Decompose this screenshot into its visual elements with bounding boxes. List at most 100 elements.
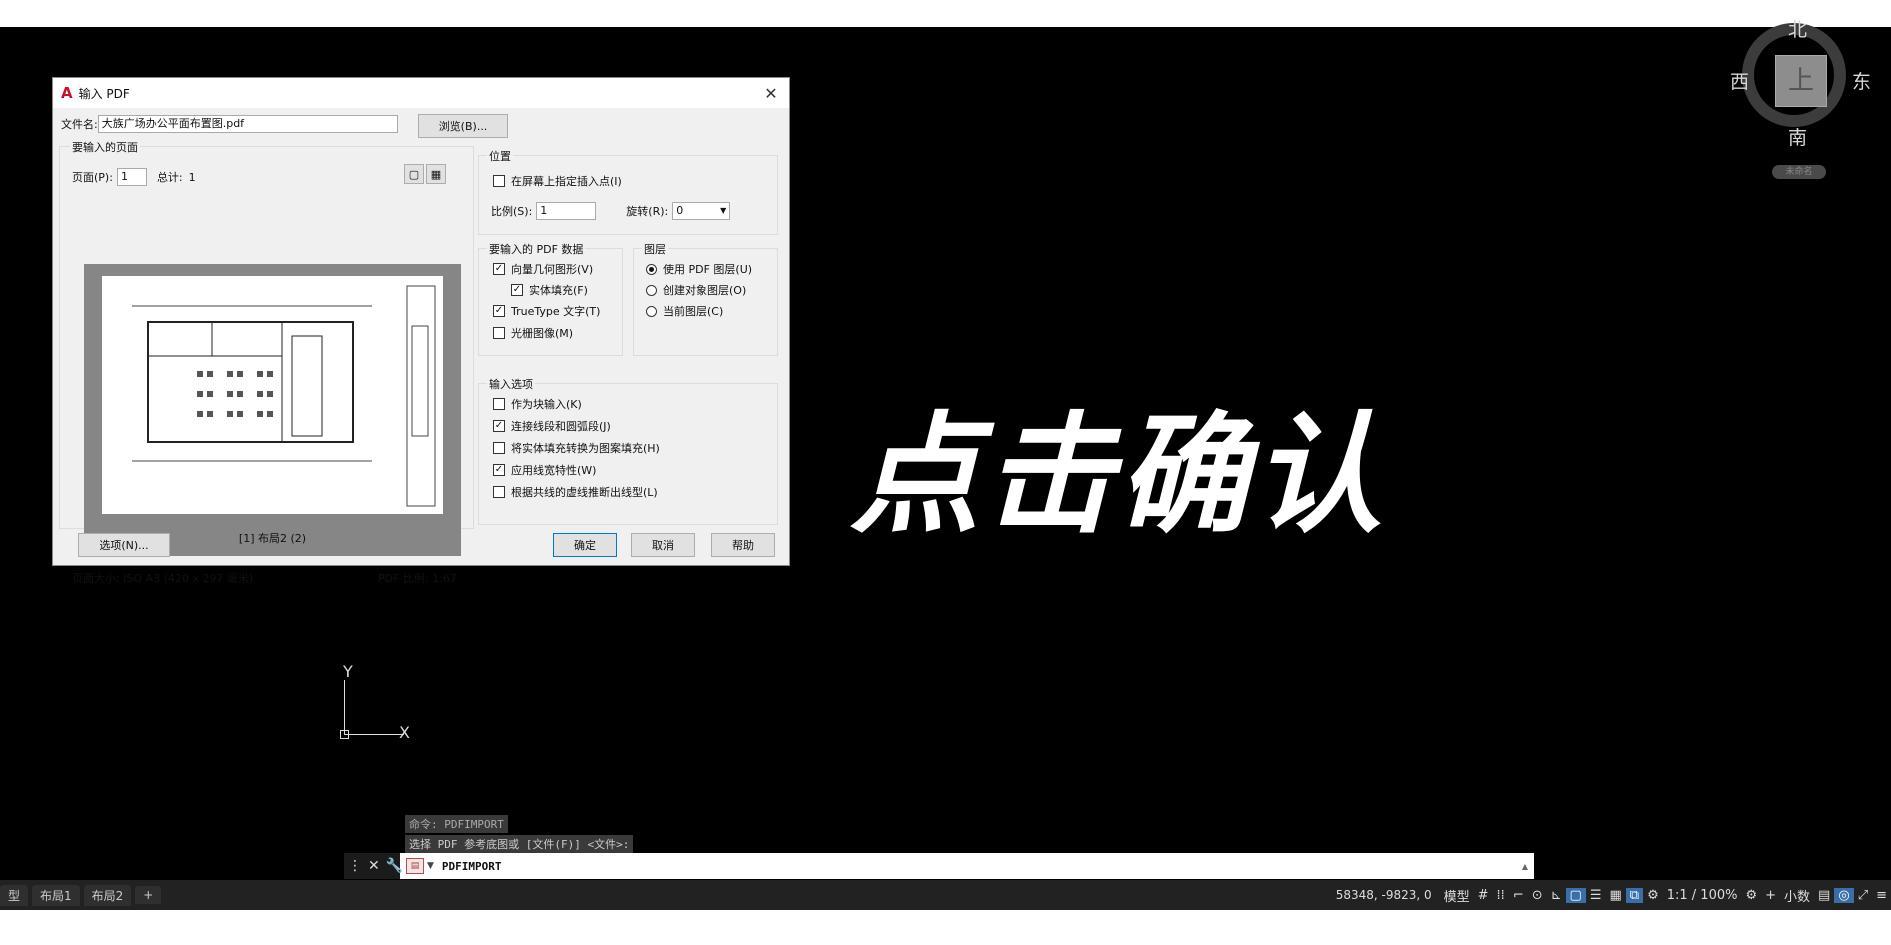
tab-layout1[interactable]: 布局1 <box>32 884 80 906</box>
position-group: 位置 在屏幕上指定插入点(I) 比例(S): 1 旋转(R): 0 ▼ <box>478 148 778 235</box>
specify-on-screen-label: 在屏幕上指定插入点(I) <box>511 175 622 188</box>
isolate-icon[interactable]: ◎ <box>1834 887 1854 903</box>
current-layer-row[interactable]: 当前图层(C) <box>646 303 723 319</box>
polar-icon[interactable]: ⊙ <box>1528 888 1547 903</box>
single-page-view-icon[interactable]: ▢ <box>404 164 424 184</box>
osnap-icon[interactable]: ⊾ <box>1547 888 1566 903</box>
model-space-button[interactable]: 模型 <box>1440 886 1474 905</box>
viewcube-top-face[interactable]: 上 <box>1775 55 1827 107</box>
chevron-down-icon[interactable]: ▼ <box>427 861 434 871</box>
compass-west[interactable]: 西 <box>1730 67 1749 94</box>
close-icon[interactable]: ✕ <box>753 84 789 103</box>
selection-cycling-icon[interactable]: ⧉ <box>1625 887 1644 903</box>
compass-east[interactable]: 东 <box>1852 67 1871 94</box>
truetype-row[interactable]: ✓ TrueType 文字(T) <box>493 303 600 319</box>
status-bar: 型 布局1 布局2 + 58348, -9823, 0 模型 # ⁞⁞ ⌐ ⊙ … <box>0 880 1891 910</box>
workspace-gear-icon[interactable]: ⚙ <box>1741 888 1761 903</box>
ok-button[interactable]: 确定 <box>553 533 617 557</box>
overlay-caption: 点击确认 <box>850 399 1387 551</box>
thumbnail-view-icon[interactable]: ▦ <box>426 164 446 184</box>
ortho-icon[interactable]: ⌐ <box>1509 888 1528 903</box>
add-layout-button[interactable]: + <box>135 886 162 904</box>
coordinates-readout[interactable]: 58348, -9823, 0 <box>1336 888 1440 902</box>
snap-icon[interactable]: ⁞⁞ <box>1493 888 1509 903</box>
pdf-command-icon[interactable]: ▤ <box>406 858 424 874</box>
rotation-dropdown[interactable]: 0 ▼ <box>672 202 731 220</box>
autocad-logo-icon: A <box>61 84 73 102</box>
vector-geometry-checkbox[interactable]: ✓ <box>493 263 505 275</box>
wrench-icon[interactable]: 🔧 <box>386 858 403 874</box>
use-pdf-layers-radio[interactable] <box>646 263 657 275</box>
command-history-line: 命令: PDFIMPORT <box>405 815 508 833</box>
annotation-scale-button[interactable]: 1:1 / 100% <box>1663 888 1742 903</box>
command-line[interactable]: ⋮ ✕ 🔧 ▤ ▼ PDFIMPORT ▲ <box>344 853 1534 879</box>
options-button[interactable]: 选项(N)... <box>78 533 170 557</box>
scale-field[interactable]: 1 <box>536 202 597 220</box>
join-segments-checkbox[interactable]: ✓ <box>493 420 505 432</box>
raster-images-checkbox[interactable] <box>493 327 505 339</box>
join-segments-row[interactable]: ✓ 连接线段和圆弧段(J) <box>493 418 611 434</box>
pdf-scale-text: PDF 比例: 1:67 <box>378 572 457 585</box>
layers-group: 图层 使用 PDF 图层(U) 创建对象图层(O) 当前图层(C) <box>633 241 778 356</box>
apply-lineweight-row[interactable]: ✓ 应用线宽特性(W) <box>493 462 596 478</box>
solid-fill-label: 实体填充(F) <box>529 284 588 297</box>
convert-fills-row[interactable]: 将实体填充转换为图案填充(H) <box>493 440 660 456</box>
customize-menu-icon[interactable]: ≡ <box>1872 888 1891 903</box>
solid-fill-checkbox[interactable]: ✓ <box>511 284 523 296</box>
viewcube[interactable]: 上 北 西 东 南 未命名 <box>1730 15 1871 179</box>
apply-lineweight-label: 应用线宽特性(W) <box>511 464 597 477</box>
browse-button[interactable]: 浏览(B)... <box>418 114 508 138</box>
compass-north[interactable]: 北 <box>1788 15 1807 42</box>
solid-fill-row[interactable]: ✓ 实体填充(F) <box>511 282 588 298</box>
quick-properties-icon[interactable]: ▤ <box>1814 888 1834 903</box>
cancel-button[interactable]: 取消 <box>631 533 695 557</box>
wcs-menu[interactable]: 未命名 <box>1772 165 1826 179</box>
tab-layout2[interactable]: 布局2 <box>83 884 132 906</box>
transparency-icon[interactable]: ▦ <box>1605 888 1625 903</box>
grip-icon[interactable]: ⋮ <box>348 858 362 874</box>
filename-label: 文件名: <box>61 118 98 131</box>
units-dropdown[interactable]: 小数 <box>1780 886 1814 905</box>
compass-south[interactable]: 南 <box>1788 123 1807 150</box>
use-pdf-layers-label: 使用 PDF 图层(U) <box>663 263 753 276</box>
top-white-bar <box>0 0 1891 27</box>
create-object-layers-radio[interactable] <box>646 284 657 296</box>
filename-field[interactable]: 大族广场办公平面布置图.pdf <box>97 115 398 133</box>
vector-geometry-label: 向量几何图形(V) <box>511 263 594 276</box>
specify-on-screen-checkbox[interactable] <box>493 175 505 187</box>
use-pdf-layers-row[interactable]: 使用 PDF 图层(U) <box>646 261 752 277</box>
apply-lineweight-checkbox[interactable]: ✓ <box>493 464 505 476</box>
join-segments-label: 连接线段和圆弧段(J) <box>511 420 611 433</box>
dialog-title: 输入 PDF <box>78 86 130 101</box>
lineweight-icon[interactable]: ☰ <box>1586 888 1606 903</box>
pdf-data-group-label: 要输入的 PDF 数据 <box>487 241 586 257</box>
import-as-block-row[interactable]: 作为块输入(K) <box>493 396 582 412</box>
import-as-block-checkbox[interactable] <box>493 398 505 410</box>
ucs-y-label: Y <box>343 662 353 681</box>
truetype-checkbox[interactable]: ✓ <box>493 305 505 317</box>
annotation-visibility-icon[interactable]: ⚙ <box>1643 888 1663 903</box>
convert-fills-checkbox[interactable] <box>493 442 505 454</box>
specify-on-screen-row[interactable]: 在屏幕上指定插入点(I) <box>493 173 622 189</box>
preview-page <box>102 276 443 514</box>
chevron-up-icon[interactable]: ▲ <box>1522 862 1528 871</box>
command-input[interactable]: PDFIMPORT <box>442 860 502 873</box>
create-object-layers-row[interactable]: 创建对象图层(O) <box>646 282 746 298</box>
infer-linetypes-checkbox[interactable] <box>493 486 505 498</box>
total-label: 总计: <box>156 171 183 184</box>
infer-linetypes-row[interactable]: 根据共线的虚线推断出线型(L) <box>493 484 658 500</box>
plus-icon[interactable]: + <box>1761 888 1780 903</box>
object-snap-icon[interactable]: ▢ <box>1565 887 1586 903</box>
grid-icon[interactable]: # <box>1474 888 1493 903</box>
help-button[interactable]: 帮助 <box>711 533 775 557</box>
tab-model[interactable]: 型 <box>0 884 29 906</box>
ucs-x-label: X <box>399 723 410 742</box>
vector-geometry-row[interactable]: ✓ 向量几何图形(V) <box>493 261 593 277</box>
current-layer-radio[interactable] <box>646 305 657 317</box>
fullscreen-icon[interactable]: ⤢ <box>1854 888 1872 903</box>
raster-images-row[interactable]: 光栅图像(M) <box>493 325 573 341</box>
import-as-block-label: 作为块输入(K) <box>511 398 582 411</box>
close-icon[interactable]: ✕ <box>368 858 380 874</box>
page-field[interactable]: 1 <box>116 168 147 186</box>
page-row: 页面(P): 1 总计: 1 <box>72 168 196 186</box>
